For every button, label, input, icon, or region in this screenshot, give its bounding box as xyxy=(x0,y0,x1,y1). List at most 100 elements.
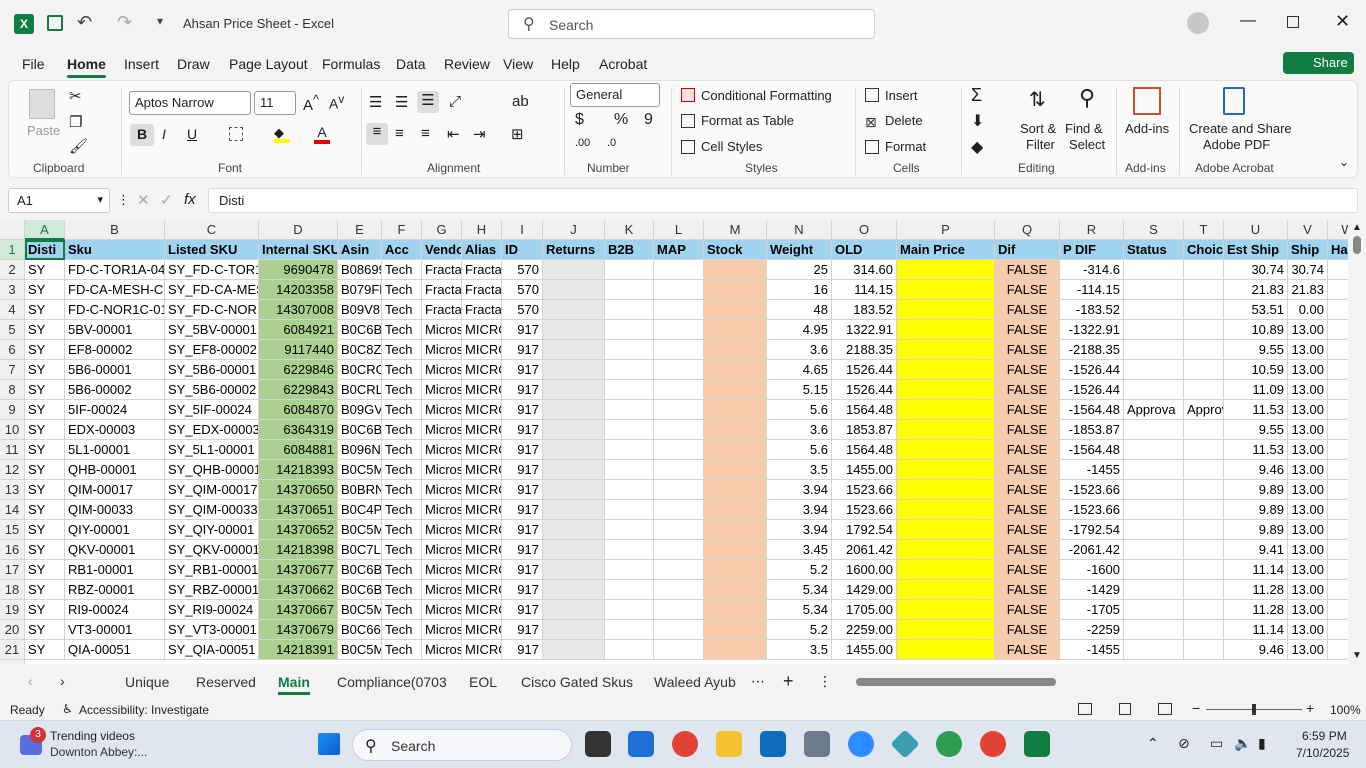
cell-choice[interactable] xyxy=(1184,300,1224,320)
cell-map[interactable] xyxy=(654,260,704,280)
cell-map[interactable] xyxy=(654,420,704,440)
cell-b2b[interactable] xyxy=(605,520,654,540)
cell-returns[interactable] xyxy=(543,460,605,480)
find-select-label-2[interactable]: Select xyxy=(1069,137,1105,152)
cell-p-dif[interactable]: -1792.54 xyxy=(1060,520,1124,540)
cell-returns[interactable] xyxy=(543,320,605,340)
cell-handl[interactable]: 0 xyxy=(1328,500,1348,520)
cell-weight[interactable]: 3.5 xyxy=(767,640,832,660)
increase-decimal-icon[interactable]: .00 xyxy=(575,137,590,149)
decrease-indent-icon[interactable]: ⇤ xyxy=(447,125,460,143)
cell-id[interactable]: 917 xyxy=(502,580,543,600)
cell-acc[interactable]: Tech xyxy=(382,260,422,280)
row-header[interactable]: 18 xyxy=(0,580,25,600)
wrap-text-icon[interactable]: ab xyxy=(512,93,529,110)
cell-sku[interactable]: FD-C-TOR1A-04 xyxy=(65,260,165,280)
row-header[interactable]: 1 xyxy=(0,240,25,260)
cell-main-price[interactable] xyxy=(897,560,995,580)
cell-map[interactable] xyxy=(654,520,704,540)
cell-listed-sku[interactable]: SY_VT3-00001 xyxy=(165,620,259,640)
cell-internal-sku[interactable]: 14203358 xyxy=(259,280,338,300)
cell-old[interactable]: 1322.91 xyxy=(832,320,897,340)
zoom-out-icon[interactable]: − xyxy=(1192,700,1200,716)
cell-stock[interactable] xyxy=(704,600,767,620)
cell-asin[interactable]: B09V87 xyxy=(338,300,382,320)
cell-vendor[interactable]: Microsoft xyxy=(422,520,462,540)
cell-choice[interactable] xyxy=(1184,640,1224,660)
cell-choice[interactable] xyxy=(1184,600,1224,620)
cell-est-ship[interactable]: 11.28 xyxy=(1224,580,1288,600)
volume-icon[interactable]: 🔈 xyxy=(1234,735,1251,752)
more-sheets-icon[interactable]: ⋯ xyxy=(751,673,765,690)
cell-disti[interactable]: SY xyxy=(25,480,65,500)
format-as-table-button[interactable]: Format as Table xyxy=(701,113,794,128)
column-header[interactable]: B xyxy=(65,220,165,240)
cell-p-dif[interactable]: -183.52 xyxy=(1060,300,1124,320)
cell-sku[interactable]: 5B6-00001 xyxy=(65,360,165,380)
cell-main-price[interactable] xyxy=(897,580,995,600)
search-box[interactable]: ⚲ Search xyxy=(508,9,875,39)
cell-handl[interactable]: 0 xyxy=(1328,280,1348,300)
cell-dif[interactable]: FALSE xyxy=(995,500,1060,520)
cell-alias[interactable]: MICRO xyxy=(462,440,502,460)
cell-acc[interactable]: Tech xyxy=(382,320,422,340)
header-cell-asin[interactable]: Asin xyxy=(338,240,382,260)
menu-insert[interactable]: Insert xyxy=(124,56,159,72)
cell-dif[interactable]: FALSE xyxy=(995,280,1060,300)
increase-indent-icon[interactable]: ⇥ xyxy=(473,125,486,143)
cell-acc[interactable]: Tech xyxy=(382,440,422,460)
cell-dif[interactable]: FALSE xyxy=(995,440,1060,460)
header-cell-handl[interactable]: Handl xyxy=(1328,240,1348,260)
cell-choice[interactable] xyxy=(1184,340,1224,360)
cell-map[interactable] xyxy=(654,320,704,340)
cell-sku[interactable]: 5BV-00001 xyxy=(65,320,165,340)
cell-sku[interactable]: FD-C-NOR1C-01 xyxy=(65,300,165,320)
menu-acrobat[interactable]: Acrobat xyxy=(599,56,647,72)
cell-b2b[interactable] xyxy=(605,320,654,340)
horizontal-scrollbar[interactable] xyxy=(840,676,1345,688)
cell-choice[interactable] xyxy=(1184,560,1224,580)
cell-internal-sku[interactable]: 6084921 xyxy=(259,320,338,340)
row-header[interactable]: 6 xyxy=(0,340,25,360)
cell-alias[interactable]: MICRO xyxy=(462,320,502,340)
cell-alias[interactable]: MICRO xyxy=(462,520,502,540)
cell-dif[interactable]: FALSE xyxy=(995,460,1060,480)
tray-chevron-up-icon[interactable]: ⌃ xyxy=(1147,735,1159,752)
cell-id[interactable]: 917 xyxy=(502,460,543,480)
menu-draw[interactable]: Draw xyxy=(177,56,210,72)
cell-id[interactable]: 917 xyxy=(502,420,543,440)
row-header[interactable]: 5 xyxy=(0,320,25,340)
cell-old[interactable]: 183.52 xyxy=(832,300,897,320)
cell-returns[interactable] xyxy=(543,580,605,600)
cell-p-dif[interactable]: -1429 xyxy=(1060,580,1124,600)
cell-sku[interactable]: EDX-00003 xyxy=(65,420,165,440)
header-cell-status[interactable]: Status xyxy=(1124,240,1184,260)
cell-b2b[interactable] xyxy=(605,380,654,400)
column-header[interactable]: M xyxy=(704,220,767,240)
cell-handl[interactable]: 0 xyxy=(1328,340,1348,360)
cell-b2b[interactable] xyxy=(605,540,654,560)
collapse-ribbon-icon[interactable]: ⌄ xyxy=(1339,155,1349,169)
cell-map[interactable] xyxy=(654,500,704,520)
cell-dif[interactable]: FALSE xyxy=(995,540,1060,560)
cell-status[interactable] xyxy=(1124,500,1184,520)
cell-map[interactable] xyxy=(654,280,704,300)
cell-weight[interactable]: 25 xyxy=(767,260,832,280)
cell-listed-sku[interactable]: SY_QIA-00051 xyxy=(165,640,259,660)
cell-listed-sku[interactable]: SY_EDX-00003 xyxy=(165,420,259,440)
header-cell-alias[interactable]: Alias xyxy=(462,240,502,260)
cell-returns[interactable] xyxy=(543,440,605,460)
cell-vendor[interactable]: Microsoft xyxy=(422,420,462,440)
cell-disti[interactable]: SY xyxy=(25,620,65,640)
cell-est-ship[interactable]: 11.09 xyxy=(1224,380,1288,400)
cell-main-price[interactable] xyxy=(897,280,995,300)
cell-vendor[interactable]: Fractal xyxy=(422,260,462,280)
minimize-icon[interactable]: — xyxy=(1240,12,1256,30)
cell-id[interactable]: 917 xyxy=(502,340,543,360)
cell-stock[interactable] xyxy=(704,400,767,420)
cell-returns[interactable] xyxy=(543,480,605,500)
cell-asin[interactable]: B09GV xyxy=(338,400,382,420)
bold-button[interactable]: B xyxy=(130,124,154,146)
cell-stock[interactable] xyxy=(704,580,767,600)
cell-stock[interactable] xyxy=(704,440,767,460)
